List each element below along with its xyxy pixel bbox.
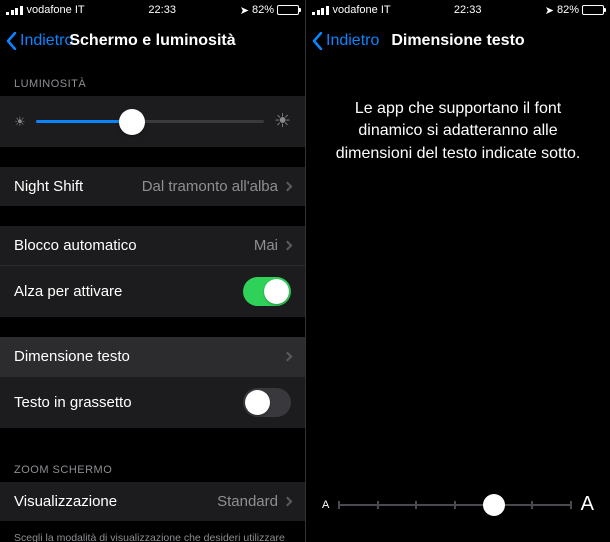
zoom-footer-text: Scegli la modalità di visualizzazione ch…: [0, 525, 305, 542]
brightness-low-icon: ☀︎: [14, 114, 26, 130]
auto-lock-label: Blocco automatico: [14, 237, 137, 254]
brightness-header: LUMINOSITÀ: [0, 62, 305, 96]
status-bar: vodafone IT 22:33 ➤ 82%: [0, 0, 305, 20]
text-small-icon: A: [322, 499, 329, 511]
signal-icon: [312, 6, 329, 15]
night-shift-value: Dal tramonto all'alba: [142, 178, 278, 195]
brightness-slider[interactable]: [36, 120, 264, 123]
left-phone-screen: vodafone IT 22:33 ➤ 82% Indietro Schermo…: [0, 0, 305, 542]
bold-text-row: Testo in grassetto: [0, 377, 305, 428]
chevron-right-icon: [283, 352, 293, 362]
text-size-label: Dimensione testo: [14, 348, 130, 365]
location-icon: ➤: [545, 4, 554, 17]
battery-icon: [582, 5, 604, 15]
auto-lock-row[interactable]: Blocco automatico Mai: [0, 226, 305, 266]
location-icon: ➤: [240, 4, 249, 17]
chevron-left-icon: [6, 32, 17, 50]
status-bar: vodafone IT 22:33 ➤ 82%: [306, 0, 610, 20]
back-button[interactable]: Indietro: [312, 32, 379, 50]
chevron-right-icon: [283, 241, 293, 251]
battery-pct-label: 82%: [252, 4, 274, 16]
text-large-icon: A: [581, 493, 594, 516]
view-value: Standard: [217, 493, 278, 510]
zoom-header: ZOOM SCHERMO: [0, 448, 305, 482]
raise-to-wake-label: Alza per attivare: [14, 283, 122, 300]
back-label: Indietro: [326, 32, 379, 50]
night-shift-label: Night Shift: [14, 178, 83, 195]
battery-pct-label: 82%: [557, 4, 579, 16]
nav-bar: Indietro Dimensione testo: [306, 20, 610, 62]
carrier-label: vodafone IT: [27, 4, 85, 16]
raise-to-wake-row: Alza per attivare: [0, 266, 305, 317]
right-phone-screen: vodafone IT 22:33 ➤ 82% Indietro Dimensi…: [305, 0, 610, 542]
battery-icon: [277, 5, 299, 15]
brightness-high-icon: ☀︎: [274, 110, 291, 133]
auto-lock-value: Mai: [254, 237, 278, 254]
raise-to-wake-toggle[interactable]: [243, 277, 291, 306]
chevron-right-icon: [283, 497, 293, 507]
chevron-left-icon: [312, 32, 323, 50]
view-label: Visualizzazione: [14, 493, 117, 510]
clock-label: 22:33: [454, 4, 482, 16]
text-size-slider-row: A A: [306, 493, 610, 516]
text-size-row[interactable]: Dimensione testo: [0, 337, 305, 377]
view-row[interactable]: Visualizzazione Standard: [0, 482, 305, 521]
back-button[interactable]: Indietro: [6, 32, 73, 50]
text-size-slider[interactable]: [339, 504, 570, 506]
text-size-slider-thumb[interactable]: [483, 494, 505, 516]
bold-text-toggle[interactable]: [243, 388, 291, 417]
carrier-label: vodafone IT: [333, 4, 391, 16]
bold-text-label: Testo in grassetto: [14, 394, 132, 411]
night-shift-row[interactable]: Night Shift Dal tramonto all'alba: [0, 167, 305, 206]
brightness-slider-thumb[interactable]: [119, 109, 145, 135]
signal-icon: [6, 6, 23, 15]
brightness-slider-row: ☀︎ ☀︎: [0, 96, 305, 147]
back-label: Indietro: [20, 32, 73, 50]
chevron-right-icon: [283, 182, 293, 192]
nav-bar: Indietro Schermo e luminosità: [0, 20, 305, 62]
text-size-info: Le app che supportano il font dinamico s…: [306, 62, 610, 185]
clock-label: 22:33: [148, 4, 176, 16]
